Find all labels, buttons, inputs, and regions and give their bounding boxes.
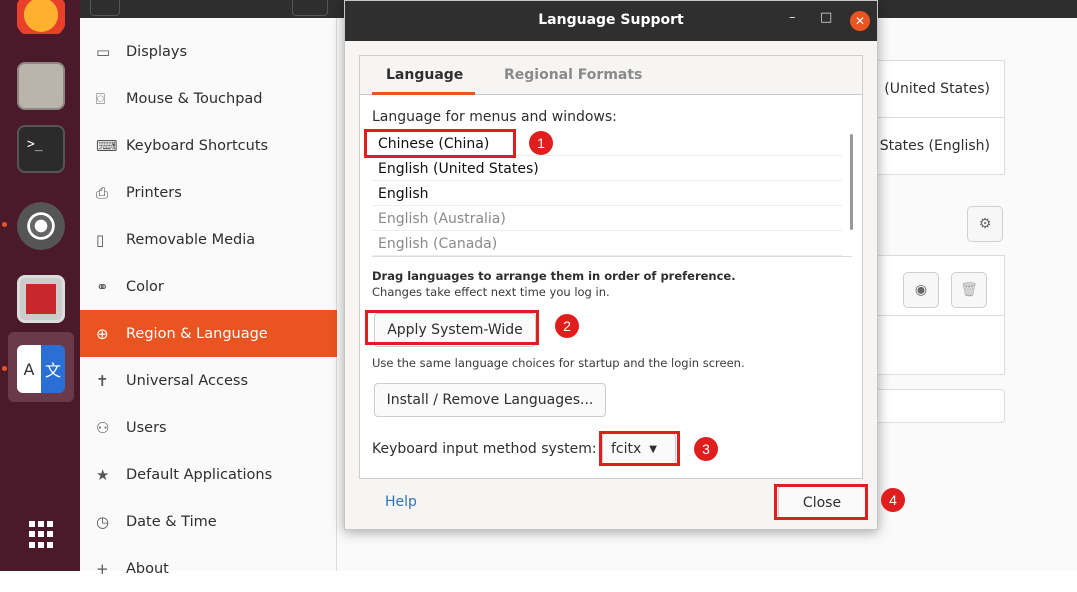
eye-icon[interactable]: ◉ [903,272,939,308]
formats-value: States (English) [879,138,990,154]
sidebar-item-label: Color [126,278,164,295]
input-method-label: Keyboard input method system: [372,441,597,457]
help-link[interactable]: Help [385,494,417,510]
show-applications-icon[interactable] [29,521,57,549]
step-badge-4: 4 [881,488,905,512]
clock-icon: ◷ [96,512,110,531]
tab-language[interactable]: Language [386,67,463,83]
menus-language-label: Language for menus and windows: [372,109,617,125]
sidebar-item-users[interactable]: ⚇ Users [80,404,337,451]
sidebar-item-label: About [126,560,169,577]
plus-icon: + [96,559,109,578]
language-app-icon[interactable]: A 文 [17,345,65,393]
screenshot-app-icon[interactable] [17,275,65,323]
settings-icon[interactable] [17,202,65,250]
sidebar-item-label: Region & Language [126,325,268,342]
dock: >_ A 文 [0,0,80,571]
settings-sidebar: ▭ Displays ⌼ Mouse & Touchpad ⌨ Keyboard… [80,0,337,578]
sidebar-item-universal-access[interactable]: ✝ Universal Access [80,357,337,404]
tab-regional-formats[interactable]: Regional Formats [504,67,642,83]
sidebar-item-region-language[interactable]: ⊕ Region & Language [80,310,337,357]
highlight-box-3 [599,431,680,466]
sidebar-item-label: Date & Time [126,513,217,530]
display-icon: ▭ [96,42,111,61]
sidebar-item-label: Removable Media [126,231,256,248]
trash-icon[interactable]: 🗑 [951,272,987,308]
language-name: English (Canada) [378,235,498,252]
list-item[interactable]: English [372,182,842,206]
language-value: (United States) [884,81,990,97]
sidebar-item-label: Default Applications [126,466,273,483]
language-row[interactable]: (United States) [860,60,1005,118]
step-badge-2: 2 [555,314,579,338]
highlight-box-4 [774,484,868,520]
highlight-box-2 [365,310,539,345]
sidebar-item-keyboard[interactable]: ⌨ Keyboard Shortcuts [80,122,337,169]
color-icon: ⚭ [96,277,109,296]
formats-row[interactable]: States (English) [860,117,1005,175]
add-input-source-bar[interactable] [860,389,1005,423]
sidebar-item-label: Printers [126,184,182,201]
language-list-scrollbar[interactable] [850,134,853,230]
window-close-icon[interactable]: ✕ [850,11,870,31]
list-item[interactable]: English (Canada) [372,232,842,256]
dialog-titlebar: Language Support – □ ✕ [345,1,877,41]
keyboard-icon: ⌨ [96,136,118,155]
star-icon: ★ [96,465,110,484]
firefox-icon[interactable] [17,0,65,34]
sidebar-item-label: Mouse & Touchpad [126,90,263,107]
dialog-notebook: Language Regional Formats Language for m… [359,55,863,479]
sidebar-item-label: Keyboard Shortcuts [126,137,269,154]
list-item[interactable]: English (United States) [372,157,842,181]
language-name: English (United States) [378,160,539,177]
sidebar-headerbar [80,0,337,18]
sidebar-item-displays[interactable]: ▭ Displays [80,28,337,75]
language-name: English (Australia) [378,210,506,227]
dialog-title: Language Support [538,12,684,28]
globe-icon: ⊕ [96,324,109,343]
sidebar-item-printers[interactable]: ⎙ Printers [80,169,337,216]
users-icon: ⚇ [96,418,110,437]
sidebar-item-default-applications[interactable]: ★ Default Applications [80,451,337,498]
apply-hint: Use the same language choices for startu… [372,356,745,370]
install-remove-languages-button[interactable]: Install / Remove Languages... [374,383,606,417]
tab-bar: Language Regional Formats [360,56,862,95]
highlight-box-1 [364,129,516,158]
files-icon[interactable] [17,62,65,110]
removable-media-icon: ▯ [96,230,105,249]
sidebar-item-color[interactable]: ⚭ Color [80,263,337,310]
sidebar-item-removable-media[interactable]: ▯ Removable Media [80,216,337,263]
gear-icon[interactable]: ⚙ [967,206,1003,242]
terminal-icon[interactable]: >_ [17,125,65,173]
sidebar-item-label: Users [126,419,167,436]
active-tab-indicator [372,92,475,95]
minimize-icon[interactable]: – [789,10,796,25]
step-badge-1: 1 [529,131,553,155]
running-indicator [2,366,7,371]
changes-hint: Changes take effect next time you log in… [372,285,610,299]
list-item[interactable]: English (Australia) [372,207,842,231]
sidebar-item-label: Universal Access [126,372,249,389]
sidebar-item-mouse[interactable]: ⌼ Mouse & Touchpad [80,75,337,122]
drag-hint: Drag languages to arrange them in order … [372,269,736,283]
language-name: English [378,185,429,202]
printer-icon: ⎙ [96,183,109,202]
sidebar-item-about[interactable]: + About [80,545,337,592]
sidebar-item-label: Displays [126,43,188,60]
maximize-icon[interactable]: □ [820,10,832,25]
divider [860,315,1005,316]
sidebar-item-date-time[interactable]: ◷ Date & Time [80,498,337,545]
running-indicator [2,222,7,227]
accessibility-icon: ✝ [96,371,109,390]
mouse-icon: ⌼ [96,89,106,108]
step-badge-3: 3 [694,437,718,461]
